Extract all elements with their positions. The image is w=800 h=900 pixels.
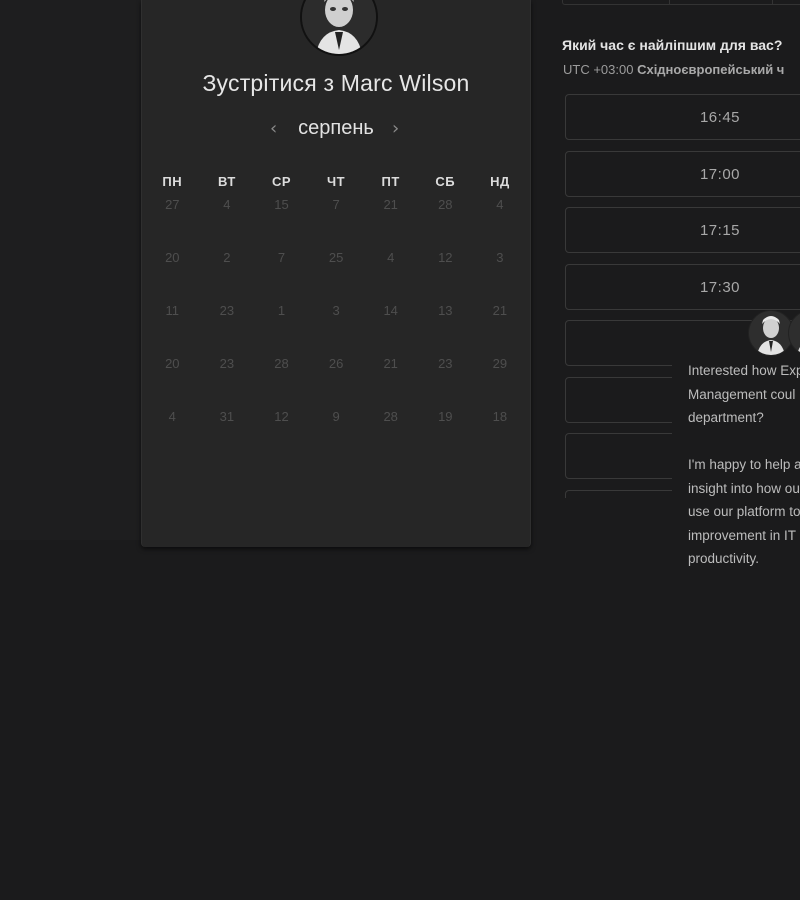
time-slot-label: 16:45 — [699, 109, 741, 126]
calendar-day: 7 — [332, 197, 340, 212]
weekday-label: ВТ — [217, 174, 236, 189]
calendar-day: 29 — [492, 356, 508, 371]
calendar-day: 23 — [438, 356, 453, 371]
calendar-day: 23 — [219, 356, 235, 371]
calendar-day: 4 — [496, 197, 504, 212]
calendar-day: 3 — [496, 250, 504, 265]
calendar-day: 4 — [168, 409, 176, 424]
time-slot-button[interactable]: 17:15 — [565, 207, 800, 253]
weekday-label: НД — [490, 174, 510, 189]
calendar-day: 1 — [277, 303, 286, 318]
calendar-day: 28 — [438, 197, 453, 212]
weekday-header: ПН ВТ СР ЧТ ПТ СБ НД — [145, 174, 527, 192]
calendar-day: 3 — [332, 303, 340, 318]
calendar-day: 15 — [274, 197, 289, 212]
calendar-day: 26 — [328, 356, 344, 371]
calendar-day: 11 — [165, 303, 180, 318]
time-slot-button[interactable]: 16:45 — [565, 94, 800, 140]
timezone-selector[interactable]: UTC +03:00 Східноєвропейський ч — [563, 62, 784, 77]
timezone-name: Східноєвропейський ч — [637, 62, 785, 77]
time-slot-label: 17:30 — [699, 279, 741, 296]
chat-message: Interested how Exp Management coul depar… — [688, 363, 800, 566]
weekday-label: СР — [271, 174, 292, 189]
calendar-day: 4 — [223, 197, 231, 212]
weekday-label: СБ — [435, 174, 456, 189]
divider — [669, 0, 670, 4]
month-navigation: ‹ серпень › — [142, 116, 530, 144]
calendar-day: 13 — [438, 303, 453, 318]
calendar-day: 28 — [383, 409, 398, 424]
time-slot-button[interactable]: 17:00 — [565, 151, 800, 197]
divider — [772, 0, 773, 4]
meeting-title: Зустрітися з Marc Wilson — [202, 70, 470, 96]
timezone-offset: UTC +03:00 — [563, 62, 634, 77]
calendar-day: 19 — [438, 409, 453, 424]
time-slot-label: 17:00 — [699, 166, 741, 183]
time-slot-button[interactable]: 17:30 — [565, 264, 800, 310]
calendar-day: 28 — [274, 356, 289, 371]
calendar-day: 20 — [165, 250, 180, 265]
calendar-day: 2 — [223, 250, 231, 265]
calendar-day: 21 — [492, 303, 508, 318]
weekday-label: ПН — [162, 174, 183, 189]
calendar-day: 27 — [165, 197, 180, 212]
month-label: серпень — [298, 117, 374, 139]
calendar-day: 21 — [383, 356, 398, 371]
weekday-label: ЧТ — [327, 174, 346, 189]
calendar-day: 7 — [277, 250, 286, 265]
calendar-day: 18 — [492, 409, 508, 424]
calendar-day-grid: 27 4 15 7 21 28 4 20 2 7 25 4 12 3 11 23… — [145, 197, 527, 437]
calendar-day: 20 — [165, 356, 180, 371]
calendar-day: 12 — [438, 250, 453, 265]
calendar-day: 9 — [332, 409, 340, 424]
time-slot-label: 17:15 — [699, 222, 741, 239]
calendar-day: 23 — [219, 303, 235, 318]
host-avatar — [300, 0, 378, 56]
calendar-day: 12 — [274, 409, 289, 424]
previous-slot-row-edge — [562, 0, 800, 5]
time-question-heading: Який час є найліпшим для вас? — [562, 37, 783, 53]
calendar-day: 4 — [387, 250, 395, 265]
calendar-day: 21 — [383, 197, 398, 212]
calendar-day: 31 — [219, 409, 235, 424]
weekday-label: ПТ — [381, 174, 400, 189]
calendar-card: Зустрітися з Marc Wilson ‹ серпень › ПН … — [141, 0, 531, 547]
calendar-day: 14 — [383, 303, 398, 318]
calendar-day: 25 — [328, 250, 344, 265]
chevron-right-icon[interactable]: › — [392, 118, 399, 139]
